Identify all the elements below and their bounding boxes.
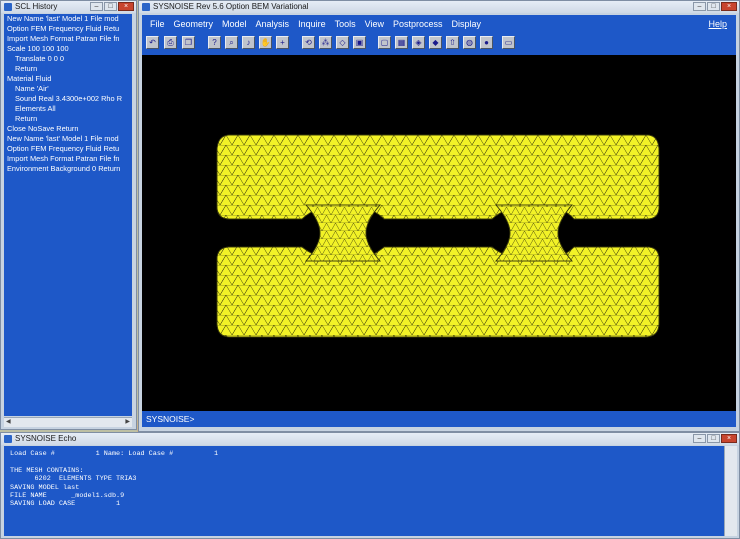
minimize-button[interactable]: – xyxy=(693,2,706,11)
scl-history-list[interactable]: New Name 'last' Model 1 File mod Option F… xyxy=(4,14,132,416)
menu-bar: File Geometry Model Analysis Inquire Tools Vie… xyxy=(142,15,736,32)
help-query-icon[interactable]: ? xyxy=(208,36,221,49)
echo-line: SAVING MODEL last xyxy=(10,483,80,492)
menu-postprocess[interactable]: Postprocess xyxy=(392,19,444,29)
horizontal-scrollbar[interactable]: ◀ ▶ xyxy=(4,417,132,427)
history-line[interactable]: Scale 100 100 100 xyxy=(4,44,132,54)
grid-icon[interactable]: ▦ xyxy=(395,36,408,49)
history-line[interactable]: Close NoSave Return xyxy=(4,124,132,134)
maximize-button[interactable]: □ xyxy=(104,2,117,11)
scl-history-window: SCL History – □ × New Name 'last' Model … xyxy=(0,0,137,430)
history-line[interactable]: Option FEM Frequency Fluid Retu xyxy=(4,144,132,154)
menu-inquire[interactable]: Inquire xyxy=(297,19,327,29)
menu-file[interactable]: File xyxy=(149,19,166,29)
menu-geometry[interactable]: Geometry xyxy=(173,19,215,29)
history-line[interactable]: Name 'Air' xyxy=(4,84,132,94)
echo-line: Load Case # 1 Name: Load Case # 1 xyxy=(10,450,219,458)
arrow-up-icon[interactable]: ⇧ xyxy=(446,36,459,49)
scroll-left-icon[interactable]: ◀ xyxy=(6,418,11,427)
command-line[interactable]: SYSNOISE> xyxy=(142,411,736,427)
vertical-scrollbar[interactable] xyxy=(724,446,737,536)
echo-line xyxy=(10,458,725,466)
menu-display[interactable]: Display xyxy=(451,19,483,29)
history-line[interactable]: Material Fluid xyxy=(4,74,132,84)
close-button[interactable]: × xyxy=(721,2,737,11)
app-icon xyxy=(142,3,150,11)
history-line[interactable]: Environment Background 0 Return xyxy=(4,164,132,174)
pillar-right-triangles xyxy=(495,204,573,262)
node-icon[interactable]: ◈ xyxy=(412,36,425,49)
menu-help[interactable]: Help xyxy=(707,19,728,29)
sysnoise-echo-window: SYSNOISE Echo – □ × Load Case # 1 Name: … xyxy=(0,432,740,539)
menu-tools[interactable]: Tools xyxy=(334,19,357,29)
scl-history-titlebar[interactable]: SCL History – □ × xyxy=(1,1,136,13)
menu-model[interactable]: Model xyxy=(221,19,248,29)
history-line[interactable]: Import Mesh Format Patran File fn xyxy=(4,34,132,44)
element-icon[interactable]: ◆ xyxy=(429,36,442,49)
maximize-button[interactable]: □ xyxy=(707,2,720,11)
print-icon[interactable]: ⎙ xyxy=(164,36,177,49)
echo-line: SAVING LOAD CASE 1 xyxy=(10,500,121,509)
command-prompt: SYSNOISE> xyxy=(146,414,195,424)
mesh-model-view xyxy=(216,134,660,338)
main-titlebar[interactable]: SYSNOISE Rev 5.6 Option BEM Variational … xyxy=(139,1,739,13)
maximize-button[interactable]: □ xyxy=(707,434,720,443)
undo-icon[interactable]: ↶ xyxy=(146,36,159,49)
close-button[interactable]: × xyxy=(118,2,134,11)
cube-icon[interactable]: ▣ xyxy=(353,36,366,49)
history-line[interactable]: Sound Real 3.4300e+002 Rho R xyxy=(4,94,132,104)
toolbar: ↶ ⎙ ❐? ⌕ ♪ ✋ + ⟲ ⁂ ◇ ▣ ▢ ▦ ◈ ◆ ⇧ ◍ ● ▭ xyxy=(142,32,736,55)
echo-output[interactable]: Load Case # 1 Name: Load Case # 1 THE MES… xyxy=(4,446,725,536)
rotate-icon[interactable]: ⟲ xyxy=(302,36,315,49)
echo-line: THE MESH CONTAINS: xyxy=(10,466,84,475)
copy-icon[interactable]: ❐ xyxy=(182,36,195,49)
history-line[interactable]: New Name 'last' Model 1 File mod xyxy=(4,134,132,144)
history-line[interactable]: Elements All xyxy=(4,104,132,114)
lower-slab-triangles xyxy=(216,246,660,338)
history-line[interactable]: Return xyxy=(4,114,132,124)
acoustic-mesh-model xyxy=(216,134,660,338)
screen-icon[interactable]: ▭ xyxy=(502,36,515,49)
history-line[interactable]: New Name 'last' Model 1 File mod xyxy=(4,14,132,24)
minimize-button[interactable]: – xyxy=(693,434,706,443)
app-icon xyxy=(4,3,12,11)
app-icon xyxy=(4,435,12,443)
scroll-right-icon[interactable]: ▶ xyxy=(125,418,130,427)
main-window-title: SYSNOISE Rev 5.6 Option BEM Variational xyxy=(153,2,309,11)
echo-window-title: SYSNOISE Echo xyxy=(15,434,77,443)
upper-slab-triangles xyxy=(216,134,660,220)
menu-analysis[interactable]: Analysis xyxy=(255,19,291,29)
zoom-icon[interactable]: ⌕ xyxy=(225,36,238,49)
history-line[interactable]: Option FEM Frequency Fluid Retu xyxy=(4,24,132,34)
history-line[interactable]: Return xyxy=(4,64,132,74)
scl-history-title: SCL History xyxy=(15,2,58,11)
pillar-left-triangles xyxy=(305,204,381,262)
history-line[interactable]: Import Mesh Format Patran File fn xyxy=(4,154,132,164)
pick-icon[interactable]: ◇ xyxy=(336,36,349,49)
crosshair-icon[interactable]: + xyxy=(276,36,289,49)
select-node-icon[interactable]: ⁂ xyxy=(319,36,332,49)
globe-icon[interactable]: ◍ xyxy=(463,36,476,49)
bell-icon[interactable]: ♪ xyxy=(242,36,255,49)
frame-icon[interactable]: ▢ xyxy=(378,36,391,49)
echo-line: FILE NAME _model1.sdb.9 xyxy=(10,491,125,500)
hand-icon[interactable]: ✋ xyxy=(259,36,272,49)
minimize-button[interactable]: – xyxy=(90,2,103,11)
echo-titlebar[interactable]: SYSNOISE Echo – □ × xyxy=(1,433,739,445)
echo-line: 6202 ELEMENTS TYPE TRIA3 xyxy=(10,475,137,484)
sysnoise-main-window: SYSNOISE Rev 5.6 Option BEM Variational … xyxy=(138,0,740,432)
palette-icon[interactable]: ● xyxy=(480,36,493,49)
graphics-viewport[interactable] xyxy=(142,55,736,411)
close-button[interactable]: × xyxy=(721,434,737,443)
history-line[interactable]: Translate 0 0 0 xyxy=(4,54,132,64)
menu-view[interactable]: View xyxy=(364,19,385,29)
